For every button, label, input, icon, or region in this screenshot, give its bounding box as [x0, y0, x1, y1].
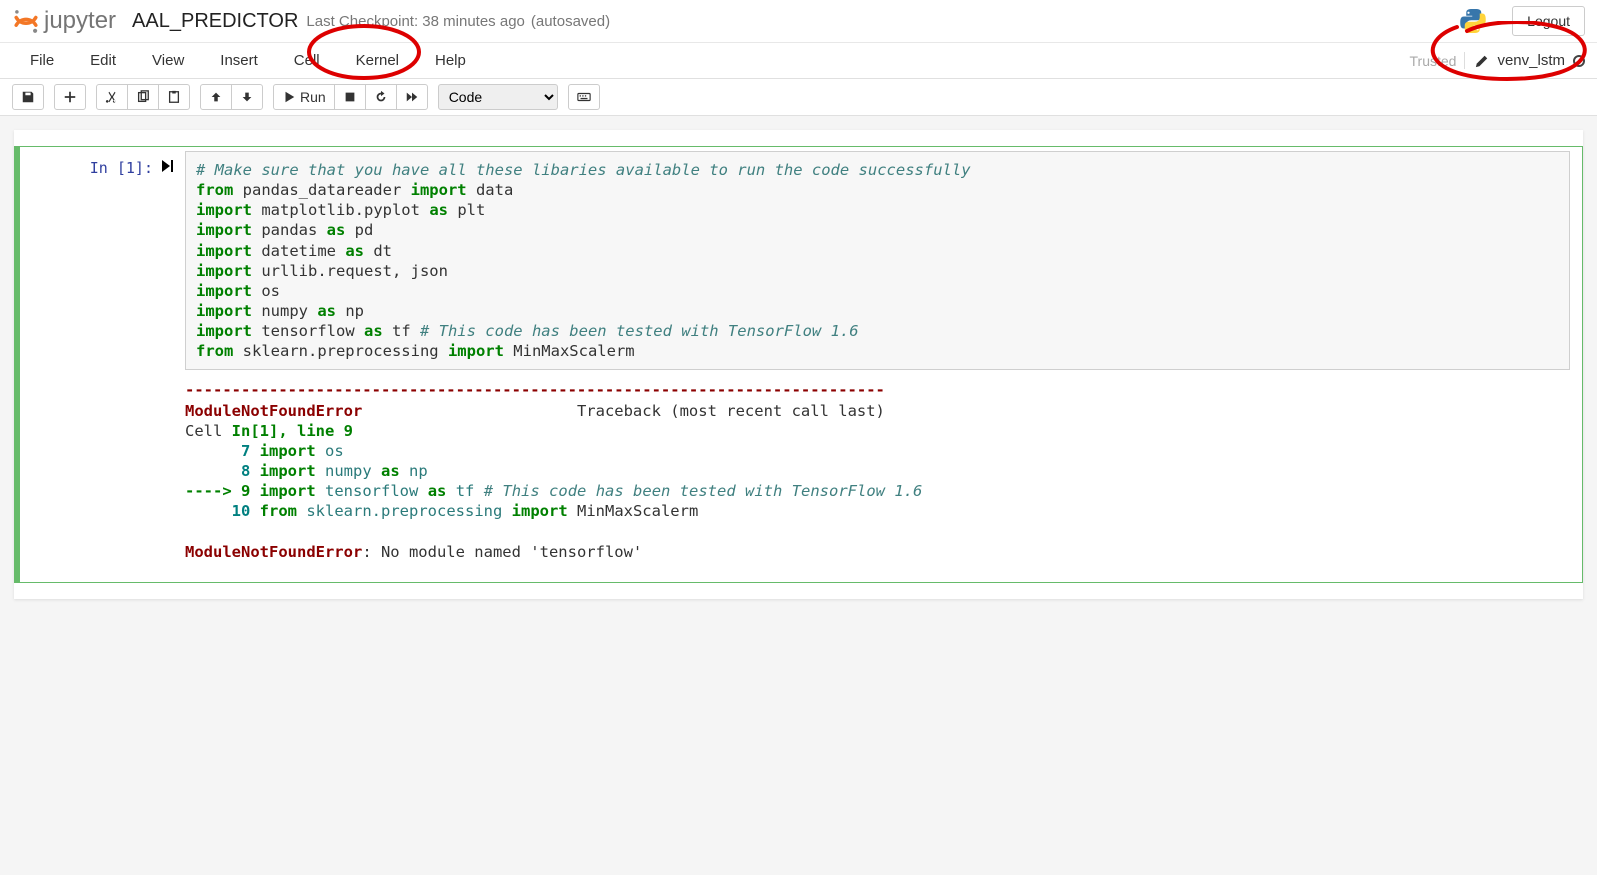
stop-icon	[343, 90, 357, 104]
kernel-indicator[interactable]: venv_lstm	[1464, 52, 1585, 69]
plus-icon	[63, 90, 77, 104]
paste-icon	[167, 90, 181, 104]
restart-icon	[374, 90, 388, 104]
interrupt-button[interactable]	[334, 84, 366, 110]
keyboard-icon	[577, 90, 591, 104]
trusted-indicator[interactable]: Trusted	[1410, 53, 1457, 69]
kernel-name: venv_lstm	[1497, 52, 1565, 69]
toolbar: Run Code	[0, 79, 1597, 116]
prompt-area: In [1]:	[15, 151, 185, 578]
pencil-icon	[1475, 54, 1489, 68]
paste-button[interactable]	[158, 84, 190, 110]
menubar: FileEditViewInsertCellKernelHelp Trusted…	[0, 43, 1597, 79]
command-palette-button[interactable]	[568, 84, 600, 110]
save-button[interactable]	[12, 84, 44, 110]
menu-help[interactable]: Help	[417, 44, 484, 77]
fast-forward-icon	[405, 90, 419, 104]
scissors-icon	[105, 90, 119, 104]
cell-type-select[interactable]: Code	[438, 84, 558, 110]
arrow-down-icon	[240, 90, 254, 104]
menu-view[interactable]: View	[134, 44, 202, 77]
kernel-status-icon	[1573, 55, 1585, 67]
input-prompt: In [1]:	[90, 159, 153, 578]
run-label: Run	[300, 89, 326, 105]
checkpoint-text: Last Checkpoint: 38 minutes ago	[306, 13, 524, 30]
move-up-button[interactable]	[200, 84, 232, 110]
run-cell-icon[interactable]	[161, 159, 173, 578]
copy-button[interactable]	[127, 84, 159, 110]
save-icon	[21, 90, 35, 104]
code-cell[interactable]: In [1]: # Make sure that you have all th…	[14, 146, 1583, 583]
run-button[interactable]: Run	[273, 84, 335, 110]
move-down-button[interactable]	[231, 84, 263, 110]
menu-cell[interactable]: Cell	[276, 44, 338, 77]
cell-body: # Make sure that you have all these liba…	[185, 151, 1582, 578]
copy-icon	[136, 90, 150, 104]
notebook-name[interactable]: AAL_PREDICTOR	[132, 10, 298, 33]
menu-file[interactable]: File	[12, 44, 72, 77]
logout-button[interactable]: Logout	[1512, 6, 1585, 36]
jupyter-icon	[12, 7, 40, 35]
restart-run-all-button[interactable]	[396, 84, 428, 110]
jupyter-logo[interactable]: jupyter	[12, 7, 116, 35]
header: jupyter AAL_PREDICTOR Last Checkpoint: 3…	[0, 0, 1597, 43]
menu-edit[interactable]: Edit	[72, 44, 134, 77]
code-input[interactable]: # Make sure that you have all these liba…	[185, 151, 1570, 370]
python-icon	[1458, 6, 1488, 36]
notebook-container: In [1]: # Make sure that you have all th…	[14, 130, 1583, 599]
jupyter-brand-text: jupyter	[44, 7, 116, 35]
insert-cell-button[interactable]	[54, 84, 86, 110]
cell-output: ----------------------------------------…	[185, 370, 1570, 577]
cut-button[interactable]	[96, 84, 128, 110]
restart-button[interactable]	[365, 84, 397, 110]
menu-insert[interactable]: Insert	[202, 44, 276, 77]
autosaved-text: (autosaved)	[531, 13, 610, 30]
menu-kernel[interactable]: Kernel	[338, 44, 417, 77]
play-icon	[282, 90, 296, 104]
arrow-up-icon	[209, 90, 223, 104]
